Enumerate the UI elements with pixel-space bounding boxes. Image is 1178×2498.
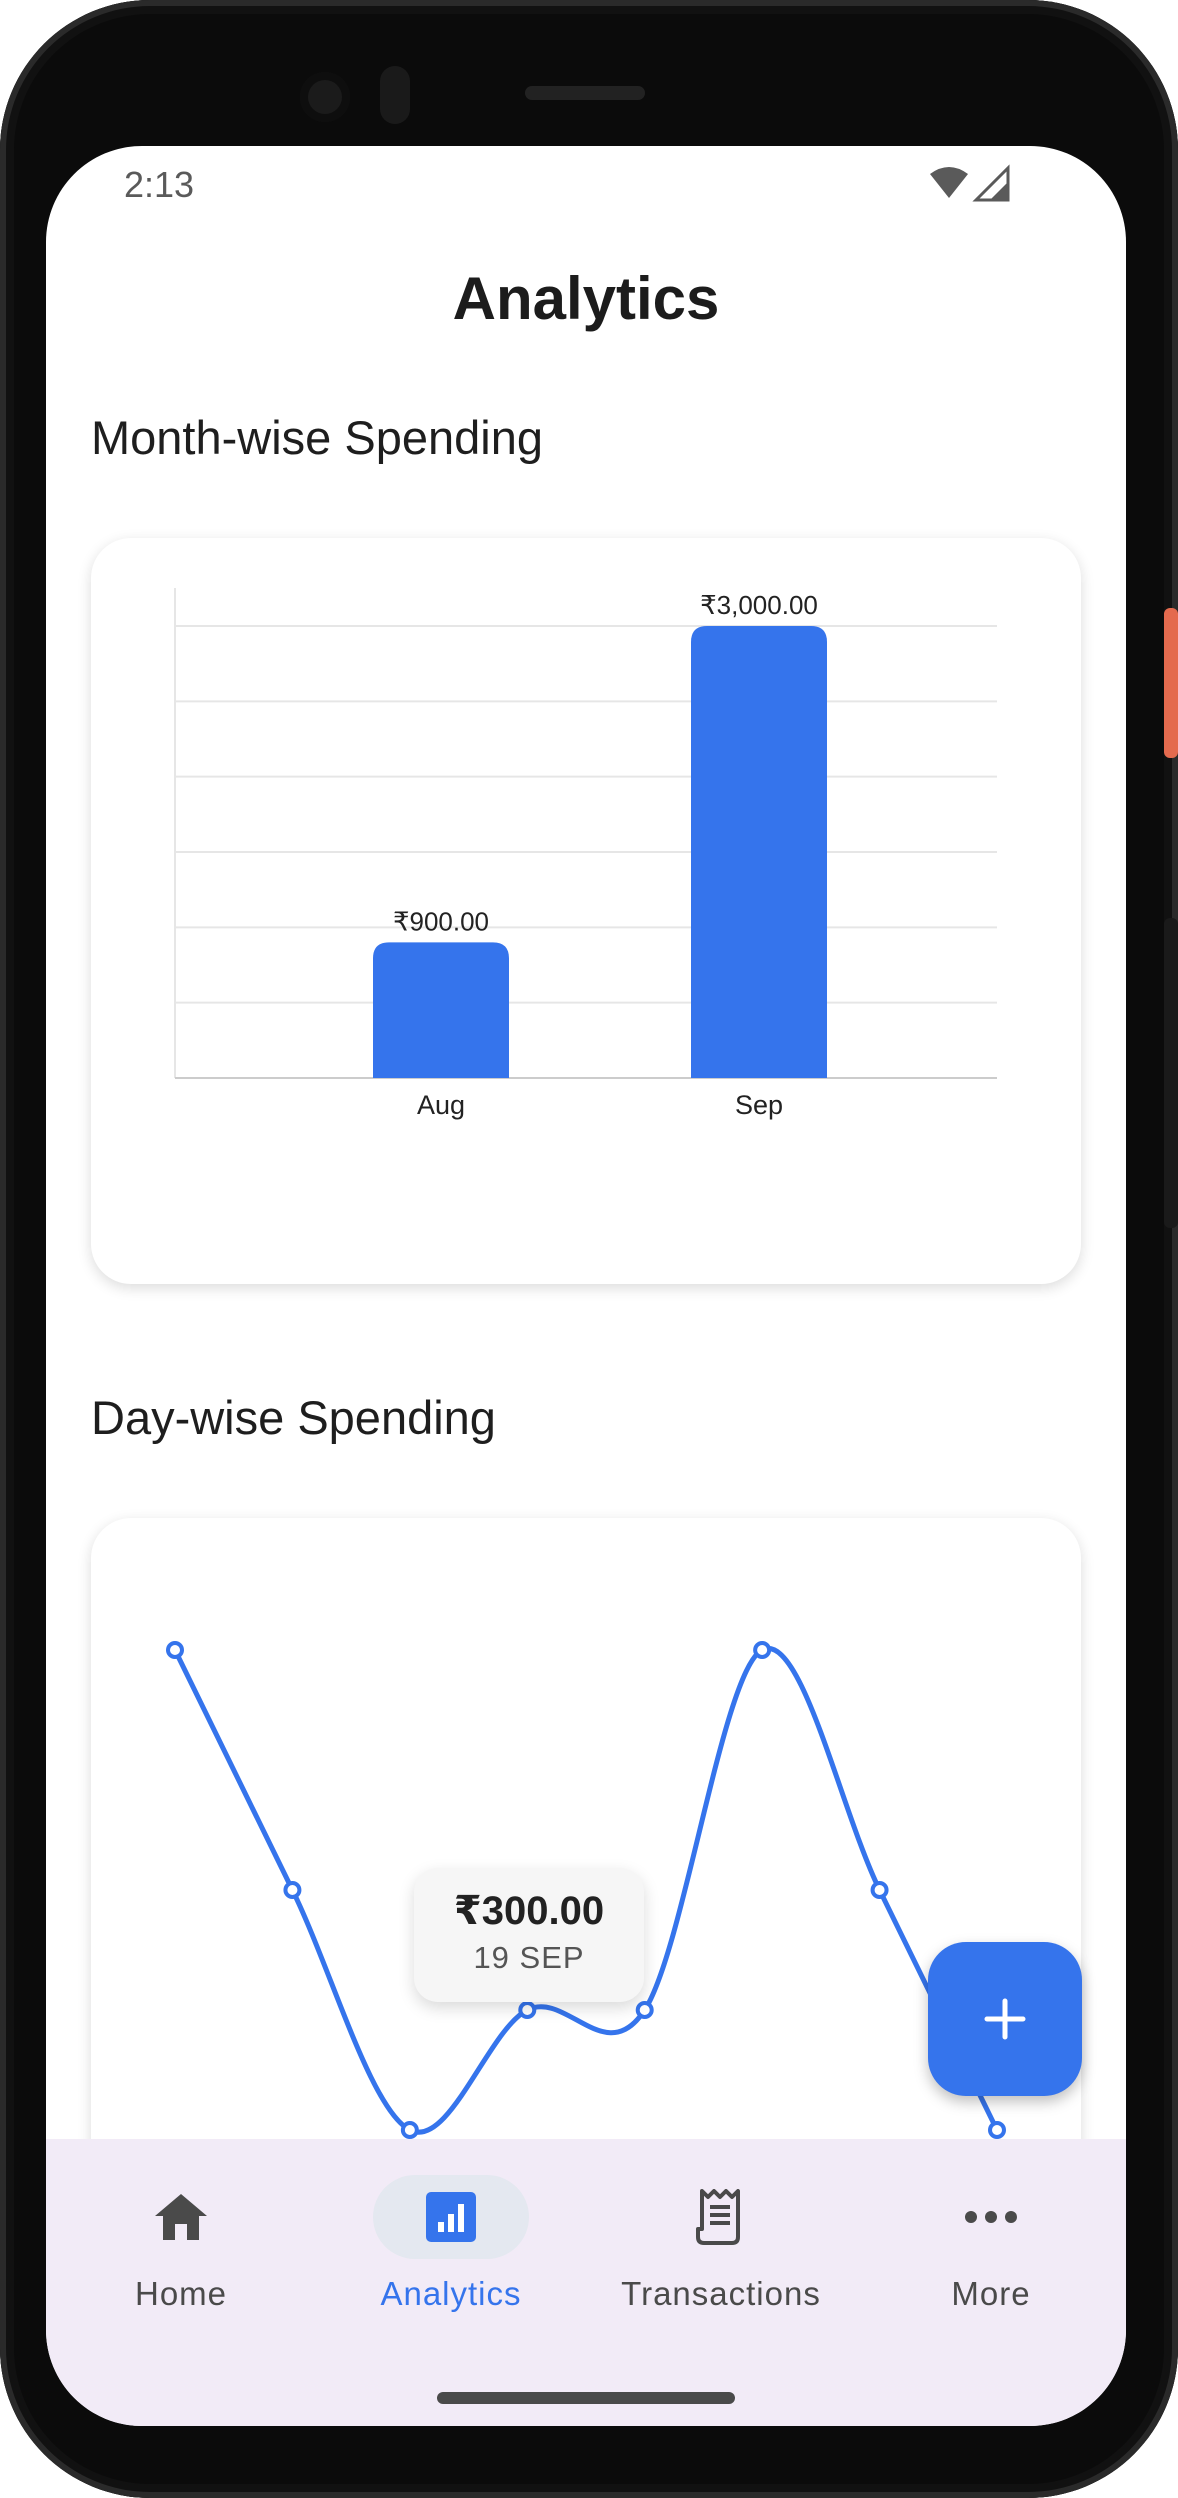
bar-data-label: ₹900.00 [393,906,489,936]
status-time: 2:13 [124,164,195,205]
receipt-icon [696,2189,740,2245]
nav-label-home: Home [134,2275,228,2312]
status-icons [930,164,1010,202]
nav-item-more[interactable]: More [856,2139,1126,2339]
chart-tooltip: ₹300.00 19 SEP [414,1868,644,2002]
bar-data-label: ₹3,000.00 [700,590,818,620]
nav-label-more: More [951,2275,1031,2312]
add-expense-button[interactable] [928,1942,1082,2096]
month-section-title: Month-wise Spending [91,411,543,464]
data-point[interactable] [400,2121,419,2139]
nav-item-analytics[interactable]: Analytics [316,2139,586,2339]
power-button [1164,608,1178,758]
nav-label-analytics: Analytics [380,2275,522,2312]
data-point[interactable] [635,2001,654,2019]
nav-pill-more [913,2175,1069,2259]
tooltip-value: ₹300.00 [453,1889,605,1933]
x-tick-label: Aug [417,1090,465,1120]
nav-pill-transactions [643,2175,799,2259]
tooltip-date: 19 SEP [473,1940,585,1975]
nav-item-transactions[interactable]: Transactions [586,2139,856,2339]
app-screen: 2:13 Analytics Month-wise Spending ₹900.… [46,146,1126,2426]
x-tick-label: Sep [735,1090,783,1120]
page-title: Analytics [452,265,720,332]
nav-pill-analytics [373,2175,529,2259]
month-chart-card: ₹900.00 Aug ₹3,000.00 Sep [91,538,1081,1284]
nav-pill-home [103,2175,259,2259]
plus-icon [984,1998,1026,2040]
more-icon [965,2211,1017,2223]
home-icon [155,2194,207,2240]
nav-label-transactions: Transactions [621,2275,821,2312]
earpiece-speaker [525,86,645,100]
data-point[interactable] [166,1641,184,1659]
bottom-navigation: Home Analytics Transactions More [46,2139,1126,2426]
home-indicator[interactable] [437,2392,735,2404]
bar-aug[interactable] [373,942,509,1078]
data-point[interactable] [283,1881,302,1899]
day-section-title: Day-wise Spending [91,1391,496,1444]
data-point[interactable] [870,1881,889,1899]
data-point[interactable] [753,1641,772,1659]
data-point[interactable] [518,2001,537,2019]
bar-sep[interactable] [691,626,827,1078]
front-camera [300,72,350,122]
month-bar-chart: ₹900.00 Aug ₹3,000.00 Sep [174,588,997,1120]
nav-item-home[interactable]: Home [46,2139,316,2339]
volume-button [1164,918,1178,1228]
wifi-icon [930,167,968,198]
analytics-icon [426,2192,476,2242]
proximity-sensor [380,66,410,124]
data-point[interactable] [988,2121,1006,2139]
phone-frame: 2:13 Analytics Month-wise Spending ₹900.… [0,0,1178,2498]
